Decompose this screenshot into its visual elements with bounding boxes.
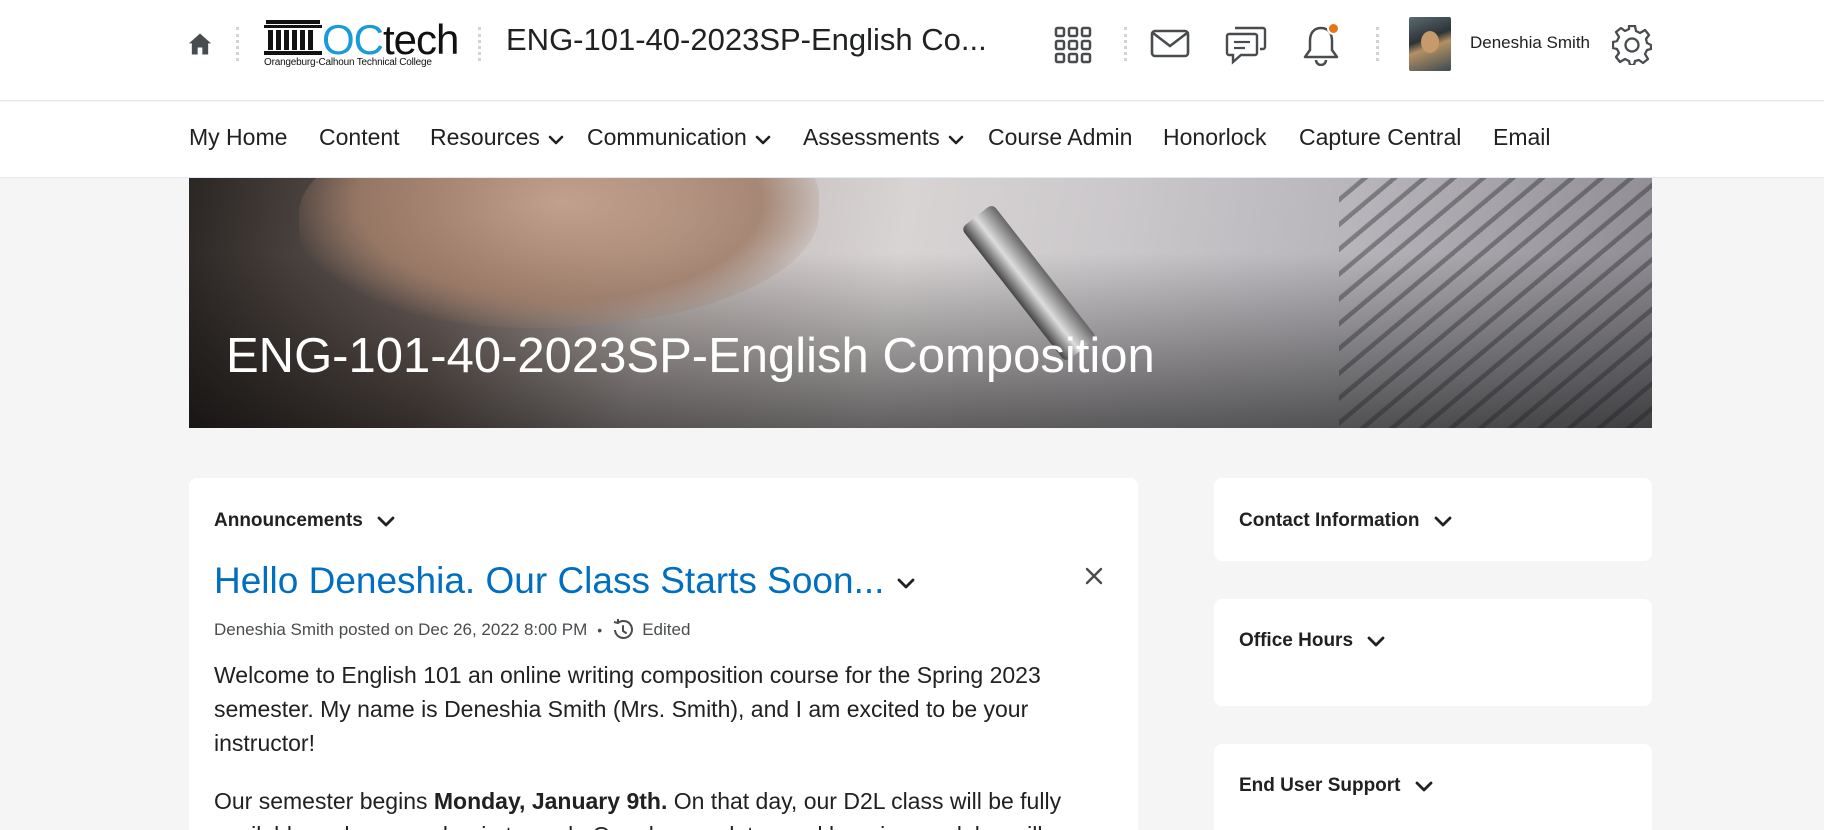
banner-title: ENG-101-40-2023SP-English Composition — [226, 329, 1155, 383]
edit-history-icon — [613, 619, 634, 639]
top-header: OCtech Orangeburg-Calhoun Technical Coll… — [0, 0, 1824, 101]
announcements-widget: Announcements Hello Deneshia. Our Class … — [189, 478, 1138, 830]
course-banner: ENG-101-40-2023SP-English Composition — [189, 178, 1652, 428]
close-icon[interactable] — [1084, 566, 1104, 586]
waffle-grid-icon[interactable] — [1054, 26, 1092, 64]
nav-assessments[interactable]: Assessments — [803, 124, 964, 151]
building-logo-icon — [264, 20, 322, 55]
office-hours-heading[interactable]: Office Hours — [1239, 630, 1385, 652]
notification-badge — [1327, 22, 1340, 35]
chevron-down-icon[interactable] — [897, 578, 915, 589]
logo-subtitle: Orangeburg-Calhoun Technical College — [264, 57, 432, 68]
user-name[interactable]: Deneshia Smith — [1470, 33, 1590, 53]
contact-information-widget: Contact Information — [1214, 478, 1652, 561]
meta-separator: • — [597, 622, 603, 638]
nav-capture-central[interactable]: Capture Central — [1299, 124, 1461, 151]
chevron-down-icon — [548, 135, 564, 144]
announcement-meta: Deneshia Smith posted on Dec 26, 2022 8:… — [214, 619, 690, 641]
announcement-title[interactable]: Hello Deneshia. Our Class Starts Soon... — [214, 560, 884, 602]
header-divider — [1124, 27, 1127, 61]
chevron-down-icon — [1434, 516, 1451, 526]
course-navbar: My Home Content Resources Communication … — [0, 102, 1824, 178]
banner-image-notebook — [1339, 178, 1652, 428]
header-divider — [478, 27, 481, 61]
nav-content[interactable]: Content — [319, 124, 400, 151]
chat-icon[interactable] — [1225, 25, 1267, 65]
chevron-down-icon — [1367, 636, 1385, 646]
banner-image-hand — [299, 178, 819, 328]
announcement-author-date: Deneshia Smith posted on Dec 26, 2022 8:… — [214, 620, 588, 639]
header-divider — [1376, 27, 1379, 61]
chevron-down-icon — [377, 516, 395, 526]
home-icon[interactable] — [186, 30, 214, 58]
chevron-down-icon — [948, 135, 964, 144]
chevron-down-icon — [1415, 781, 1432, 791]
announcements-heading[interactable]: Announcements — [214, 510, 395, 532]
announcement-paragraph: Our semester begins Monday, January 9th.… — [214, 788, 1062, 830]
announcement-paragraph: Welcome to English 101 an online writing… — [214, 662, 1041, 756]
mail-icon[interactable] — [1150, 29, 1190, 59]
avatar[interactable] — [1409, 17, 1451, 71]
nav-email[interactable]: Email — [1493, 124, 1551, 151]
end-user-support-heading[interactable]: End User Support — [1239, 775, 1433, 797]
nav-my-home[interactable]: My Home — [189, 124, 287, 151]
gear-icon[interactable] — [1612, 25, 1652, 65]
end-user-support-widget: End User Support — [1214, 744, 1652, 830]
college-logo[interactable]: OCtech Orangeburg-Calhoun Technical Coll… — [262, 16, 459, 74]
course-title[interactable]: ENG-101-40-2023SP-English Co... — [506, 22, 987, 58]
nav-honorlock[interactable]: Honorlock — [1163, 124, 1267, 151]
nav-communication[interactable]: Communication — [587, 124, 771, 151]
nav-course-admin[interactable]: Course Admin — [988, 124, 1132, 151]
header-divider — [236, 27, 239, 61]
contact-information-heading[interactable]: Contact Information — [1239, 510, 1452, 532]
chevron-down-icon — [755, 135, 771, 144]
nav-resources[interactable]: Resources — [430, 124, 564, 151]
edited-label: Edited — [642, 620, 691, 639]
office-hours-widget: Office Hours — [1214, 599, 1652, 706]
